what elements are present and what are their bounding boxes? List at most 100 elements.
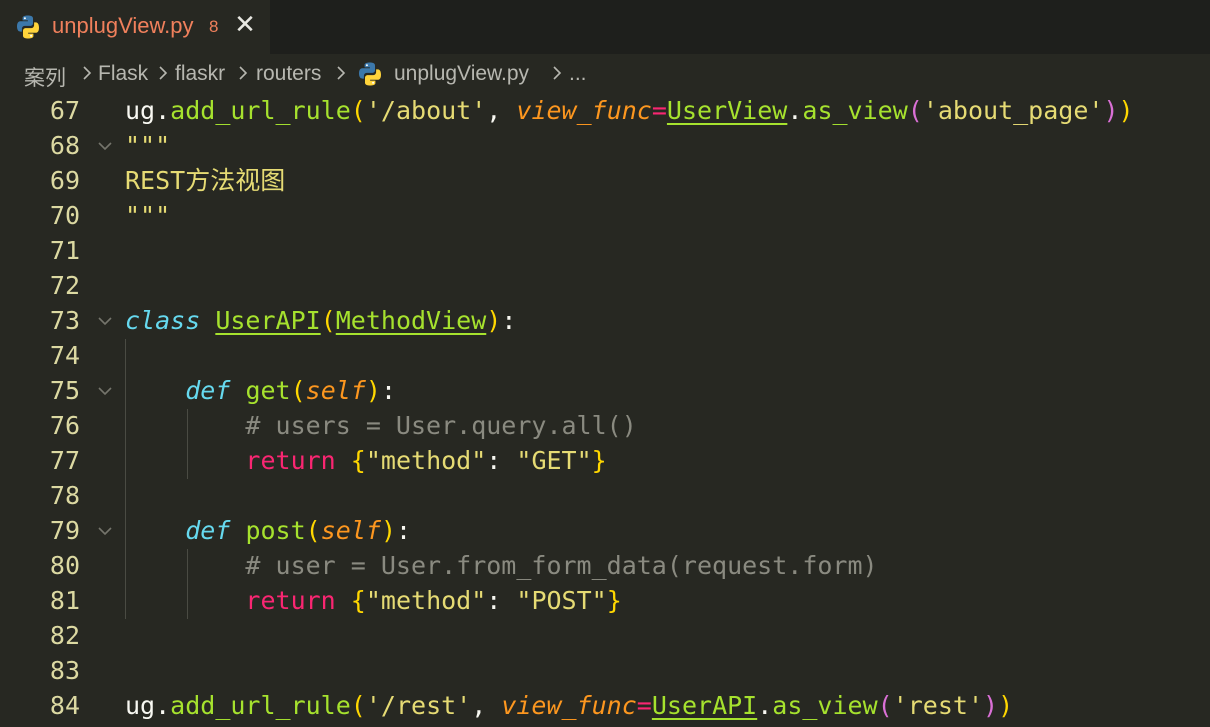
code-editor[interactable]: 67 ug.add_url_rule('/about', view_func=Us… (0, 94, 1210, 727)
code-line[interactable]: 72 (0, 268, 1210, 303)
code-text: def post(self): (125, 513, 411, 548)
code-text: # user = User.from_form_data(request.for… (125, 548, 878, 583)
code-token: ( (290, 376, 306, 405)
code-token: add_url_rule (170, 691, 351, 720)
code-token: REST方法视图 (125, 166, 286, 195)
code-line[interactable]: 84 ug.add_url_rule('/rest', view_func=Use… (0, 688, 1210, 723)
code-token: ( (907, 96, 923, 125)
chevron-down-icon[interactable] (96, 373, 114, 408)
close-icon[interactable]: ✕ (233, 11, 257, 37)
code-line[interactable]: 79 def post(self): (0, 513, 1210, 548)
code-token: , (471, 691, 502, 720)
code-token: { (350, 586, 366, 615)
code-editor-window: unplugView.py 8 ✕ 案列 Flask flaskr router… (0, 0, 1210, 727)
code-token: ) (1103, 96, 1119, 125)
code-line[interactable]: 78 (0, 478, 1210, 513)
line-number: 72 (49, 271, 80, 300)
chevron-right-icon (336, 63, 346, 83)
code-token: ) (486, 306, 502, 335)
line-number: 69 (49, 166, 80, 195)
code-line[interactable]: 80 # user = User.from_form_data(request.… (0, 548, 1210, 583)
code-line[interactable]: 75 def get(self): (0, 373, 1210, 408)
chevron-right-icon (238, 63, 248, 83)
breadcrumb-item-file[interactable]: unplugView.py (394, 62, 529, 86)
chevron-right-icon (82, 63, 92, 83)
code-token: ( (305, 516, 321, 545)
code-token: get (245, 376, 291, 405)
code-line[interactable]: 70 """ (0, 198, 1210, 233)
code-token: view_func (501, 691, 637, 720)
code-line[interactable]: 83 (0, 653, 1210, 688)
code-text: return {"method": "POST"} (125, 583, 621, 618)
code-token: add_url_rule (170, 96, 351, 125)
code-token: : (501, 306, 517, 335)
code-token: } (591, 446, 607, 475)
code-text: # users = User.query.all() (125, 408, 636, 443)
code-token: ( (877, 691, 893, 720)
code-token: ) (983, 691, 999, 720)
code-token: { (350, 446, 366, 475)
breadcrumb-item-folder-case[interactable]: 案列 (24, 62, 66, 92)
code-text: REST方法视图 (125, 163, 285, 198)
code-line[interactable]: 74 (0, 338, 1210, 373)
code-token: view_func (516, 96, 652, 125)
code-token: "method" (365, 446, 487, 475)
code-token: : (486, 586, 517, 615)
chevron-down-icon[interactable] (96, 128, 114, 163)
code-token: ) (380, 516, 396, 545)
line-number: 70 (49, 201, 80, 230)
tab-problem-count: 8 (209, 17, 219, 36)
code-token: "GET" (516, 446, 592, 475)
code-token: UserView (666, 96, 788, 125)
breadcrumb-item-flask[interactable]: Flask (98, 62, 148, 86)
code-token: ug (125, 691, 156, 720)
chevron-right-icon (552, 63, 562, 83)
python-icon (15, 14, 41, 40)
code-token: = (636, 691, 652, 720)
tab-file-name: unplugView.py (52, 13, 194, 38)
code-token: self (305, 376, 366, 405)
code-token: . (787, 96, 803, 125)
code-line[interactable]: 76 # users = User.query.all() (0, 408, 1210, 443)
code-text: ug.add_url_rule('/rest', view_func=UserA… (125, 688, 1013, 723)
breadcrumb-item-symbols[interactable]: ... (569, 62, 587, 86)
code-token: "POST" (516, 586, 607, 615)
code-token: : (380, 376, 396, 405)
code-token: MethodView (335, 306, 487, 335)
line-number: 73 (49, 306, 80, 335)
code-line[interactable]: 67 ug.add_url_rule('/about', view_func=Us… (0, 93, 1210, 128)
code-text: def get(self): (125, 373, 396, 408)
code-token: as_view (802, 96, 908, 125)
breadcrumb-item-routers[interactable]: routers (256, 62, 321, 86)
chevron-down-icon[interactable] (96, 303, 114, 338)
code-line[interactable]: 69 REST方法视图 (0, 163, 1210, 198)
code-line[interactable]: 68 """ (0, 128, 1210, 163)
line-number: 84 (49, 691, 80, 720)
chevron-right-icon (158, 63, 168, 83)
code-token: self (320, 516, 381, 545)
code-token: # user = User.from_form_data(request.for… (245, 551, 878, 580)
code-line[interactable]: 82 (0, 618, 1210, 653)
code-token: ( (320, 306, 336, 335)
code-line[interactable]: 77 return {"method": "GET"} (0, 443, 1210, 478)
line-number: 74 (49, 341, 80, 370)
code-line[interactable]: 81 return {"method": "POST"} (0, 583, 1210, 618)
chevron-down-icon[interactable] (96, 513, 114, 548)
code-token: , (486, 96, 517, 125)
code-token: 'about_page' (922, 96, 1104, 125)
code-line[interactable]: 71 (0, 233, 1210, 268)
code-line[interactable]: 73 class UserAPI(MethodView): (0, 303, 1210, 338)
breadcrumb-item-flaskr[interactable]: flaskr (175, 62, 225, 86)
code-token: ) (998, 691, 1014, 720)
code-token: return (245, 446, 336, 475)
editor-tab-active[interactable]: unplugView.py 8 ✕ (0, 0, 270, 54)
code-token: """ (125, 201, 171, 230)
line-number: 83 (49, 656, 80, 685)
